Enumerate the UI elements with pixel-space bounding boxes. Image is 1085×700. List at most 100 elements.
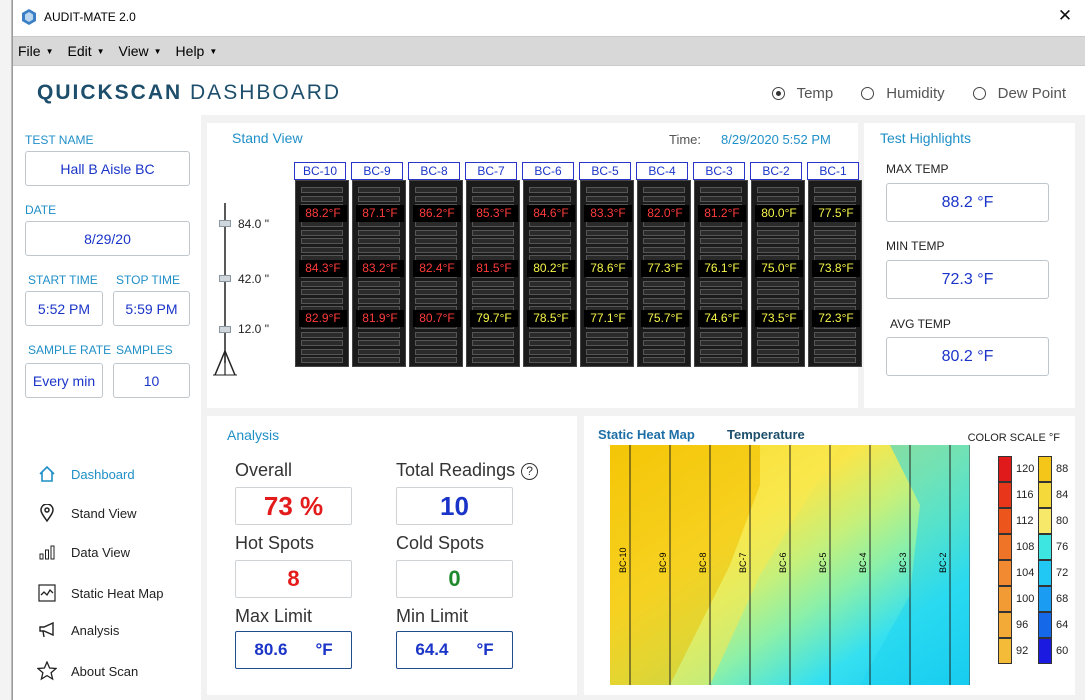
scale-cool-swatch [1038,508,1052,534]
heat-map-column-label: BC-6 [778,552,788,573]
hot-spots-value: 8 [235,560,352,598]
max-temp-label: MAX TEMP [886,162,949,176]
server-rack[interactable]: 87.1°F 83.2°F 81.9°F [352,180,406,367]
start-time-field[interactable]: 5:52 PM [25,291,103,326]
heat-map-column-label: BC-2 [938,552,948,573]
question-circle-icon[interactable]: ? [521,462,539,480]
heat-map-column-label: BC-7 [738,552,748,573]
rack-tag[interactable]: BC-10 [294,162,346,180]
stop-time-field[interactable]: 5:59 PM [113,291,190,326]
test-name-field[interactable]: Hall B Aisle BC [25,151,190,186]
total-readings-label: Total Readings? [396,460,539,481]
temp-reading-bot: 79.7°F [470,310,518,327]
date-field[interactable]: 8/29/20 [25,221,190,256]
height-label-mid: 42.0 " [238,272,269,286]
rack-tag[interactable]: BC-6 [522,162,574,180]
temp-reading-bot: 75.7°F [641,310,689,327]
heat-map-plot: BC-10 BC-9 BC-8 BC-7 BC-6 BC-5 BC-4 BC-3 BC-2 [610,445,970,685]
temp-reading-top: 80.0°F [755,205,803,222]
main-area: QUICKSCAN DASHBOARD Temp Humidity Dew Po… [13,67,1085,700]
server-rack[interactable]: 77.5°F 73.8°F 72.3°F [808,180,862,367]
max-limit-label: Max Limit [235,606,313,626]
nav-data-view[interactable]: Data View [37,542,130,562]
nav-stand-view[interactable]: Stand View [37,503,137,523]
server-rack[interactable]: 84.6°F 80.2°F 78.5°F [523,180,577,367]
avg-temp-value: 80.2 °F [886,337,1049,376]
megaphone-icon [37,620,57,640]
rack-tag[interactable]: BC-3 [693,162,745,180]
heat-map-panel: Static Heat Map Temperature BC-10 BC-9 B… [584,416,1075,695]
hot-spots-label: Hot Spots [235,533,315,553]
rack-tag[interactable]: BC-9 [351,162,403,180]
temp-reading-mid: 82.4°F [413,260,461,277]
temp-reading-top: 85.3°F [470,205,518,222]
server-rack[interactable]: 82.0°F 77.3°F 75.7°F [637,180,691,367]
menu-help[interactable]: Help ▼ [176,43,218,59]
server-rack[interactable]: 86.2°F 82.4°F 80.7°F [409,180,463,367]
temp-reading-top: 84.6°F [527,205,575,222]
server-rack[interactable]: 83.3°F 78.6°F 77.1°F [580,180,634,367]
heat-map-column-label: BC-4 [858,552,868,573]
close-icon[interactable]: ✕ [1055,6,1075,26]
scale-hot-tick: 116 [1016,489,1034,501]
rack-tag[interactable]: BC-5 [579,162,631,180]
overall-value: 73 % [235,487,352,525]
temp-reading-bot: 72.3°F [812,310,860,327]
start-time-label: START TIME [28,273,98,287]
samples-field[interactable]: 10 [113,363,190,398]
max-limit-field[interactable]: 80.6 °F [235,631,352,669]
nav-static-heat-map[interactable]: Static Heat Map [37,583,164,603]
rack-tag[interactable]: BC-1 [807,162,859,180]
total-readings-value: 10 [396,487,513,525]
sensor-clip-bottom [219,326,231,333]
stop-time-label: STOP TIME [116,273,181,287]
height-label-top: 84.0 " [238,217,269,231]
scale-hot-swatch [998,560,1012,586]
server-rack[interactable]: 88.2°F 84.3°F 82.9°F [295,180,349,367]
radio-humidity[interactable]: Humidity [861,85,945,102]
avg-temp-label: AVG TEMP [890,317,951,331]
scale-cool-tick: 88 [1056,463,1069,475]
sample-rate-field[interactable]: Every min [25,363,103,398]
scale-cool-swatch [1038,560,1052,586]
pulse-chart-icon [37,583,57,603]
cold-spots-label: Cold Spots [396,533,485,553]
server-rack[interactable]: 80.0°F 75.0°F 73.5°F [751,180,805,367]
scale-hot-swatch [998,612,1012,638]
menu-view[interactable]: View ▼ [119,43,162,59]
temp-reading-mid: 76.1°F [698,260,746,277]
temp-reading-mid: 84.3°F [299,260,347,277]
temp-reading-bot: 78.5°F [527,310,575,327]
height-label-bottom: 12.0 " [238,322,269,336]
temp-reading-mid: 83.2°F [356,260,404,277]
radio-dew-point[interactable]: Dew Point [972,85,1066,102]
nav-about-scan[interactable]: About Scan [37,661,138,681]
temp-reading-bot: 77.1°F [584,310,632,327]
stand-view-panel: Stand View Time: 8/29/2020 5:52 PM 84.0 … [207,123,862,408]
nav-dashboard[interactable]: Dashboard [37,464,135,484]
page-title: QUICKSCAN DASHBOARD [37,81,342,104]
menu-file[interactable]: File ▼ [18,43,53,59]
map-pin-icon [37,503,57,523]
test-name-label: TEST NAME [25,133,94,147]
server-rack[interactable]: 85.3°F 81.5°F 79.7°F [466,180,520,367]
samples-label: SAMPLES [116,343,173,357]
menu-edit[interactable]: Edit ▼ [67,43,104,59]
test-highlights-panel: Test Highlights MAX TEMP 88.2 °F MIN TEM… [864,123,1075,408]
rack-tag[interactable]: BC-8 [408,162,460,180]
time-label: Time: [669,132,702,147]
temp-reading-bot: 73.5°F [755,310,803,327]
scale-hot-swatch [998,482,1012,508]
temp-reading-bot: 80.7°F [413,310,461,327]
nav-analysis[interactable]: Analysis [37,620,119,640]
scale-hot-swatch [998,586,1012,612]
scale-cool-swatch [1038,638,1052,664]
radio-temp[interactable]: Temp [771,85,833,102]
rack-tag[interactable]: BC-2 [750,162,802,180]
temp-reading-mid: 75.0°F [755,260,803,277]
server-rack[interactable]: 81.2°F 76.1°F 74.6°F [694,180,748,367]
home-icon [37,464,57,484]
rack-tag[interactable]: BC-4 [636,162,688,180]
rack-tag[interactable]: BC-7 [465,162,517,180]
min-limit-field[interactable]: 64.4 °F [396,631,513,669]
